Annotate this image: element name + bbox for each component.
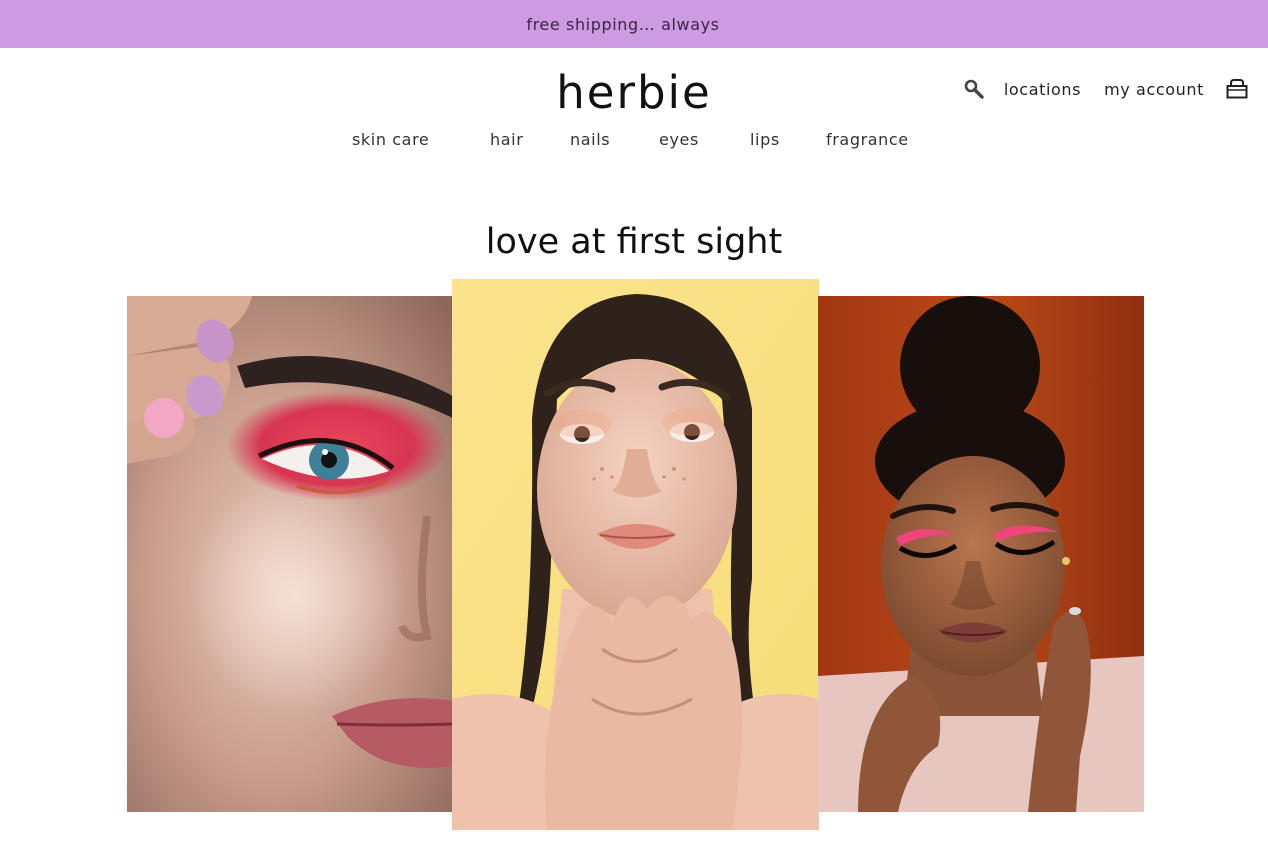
nav-item-eyes[interactable]: eyes bbox=[659, 130, 699, 149]
promo-text: free shipping… always bbox=[526, 14, 720, 34]
product-photo-pink-eyeshadow[interactable] bbox=[127, 296, 453, 812]
nav-item-nails[interactable]: nails bbox=[570, 130, 610, 149]
search-icon[interactable] bbox=[964, 79, 984, 99]
category-nav: skin care hair nails eyes lips fragrance bbox=[0, 130, 1268, 154]
promo-bar: free shipping… always bbox=[0, 0, 1268, 48]
shopping-bag-icon[interactable] bbox=[1226, 79, 1248, 99]
section-title: love at first sight bbox=[485, 222, 783, 262]
nav-item-lips[interactable]: lips bbox=[750, 130, 780, 149]
nav-item-hair[interactable]: hair bbox=[490, 130, 523, 149]
nav-item-skin-care[interactable]: skin care bbox=[352, 130, 429, 149]
locations-link[interactable]: locations bbox=[1004, 80, 1081, 99]
product-photo-graphic-liner[interactable] bbox=[818, 296, 1144, 812]
nav-item-fragrance[interactable]: fragrance bbox=[826, 130, 909, 149]
utility-nav: locations my account bbox=[964, 76, 1248, 102]
my-account-link[interactable]: my account bbox=[1104, 80, 1204, 99]
product-photo-natural-glow[interactable] bbox=[452, 279, 819, 830]
